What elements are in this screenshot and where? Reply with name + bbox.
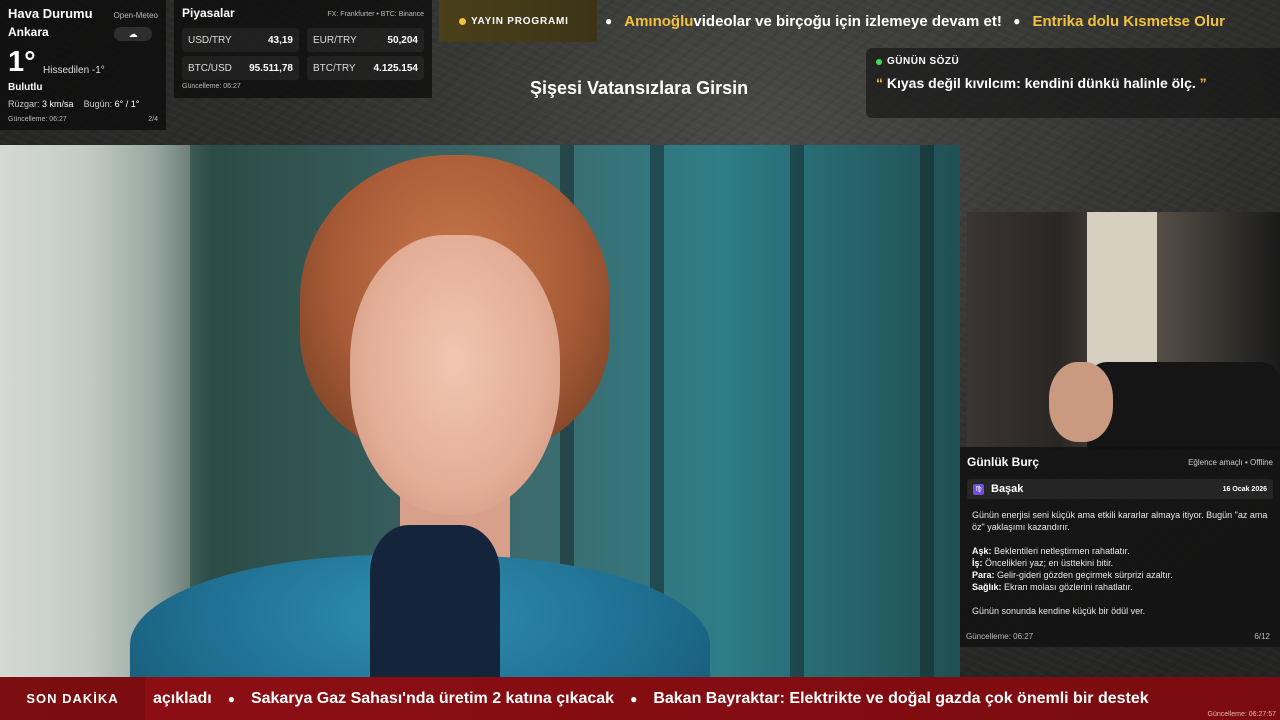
weather-details: Rüzgar: 3 km/sa Bugün: 6° / 1° xyxy=(8,99,139,109)
quote-text-row: “ Kıyas değil kıvılcım: kendini dünkü ha… xyxy=(876,75,1270,91)
horoscope-sign-row: ♍ Başak 16 Ocak 2026 xyxy=(967,479,1273,499)
markets-panel: Piyasalar FX: Frankfurter • BTC: Binance… xyxy=(174,0,432,98)
horoscope-panel: Günlük Burç Eğlence amaçlı • Offline ♍ B… xyxy=(960,447,1280,647)
line-value: Ekran molası gözlerini rahatlatır. xyxy=(1001,582,1133,592)
market-cell: EUR/TRY 50,204 xyxy=(307,28,424,52)
today-label: Bugün: xyxy=(83,99,113,109)
horoscope-outro: Günün sonunda kendine küçük bir ödül ver… xyxy=(972,606,1146,616)
sign-date: 16 Ocak 2026 xyxy=(1222,485,1267,493)
horoscope-intro: Günün enerjisi seni küçük ama etkili kar… xyxy=(972,510,1268,532)
program-ticker: ● Amınoğlu videolar ve birçoğu için izle… xyxy=(597,0,1280,42)
news-item: açıkladı xyxy=(153,689,212,707)
bullet-icon: ● xyxy=(630,691,638,706)
bullet-icon: ● xyxy=(227,691,235,706)
market-value: 95.511,78 xyxy=(249,62,293,74)
main-video[interactable] xyxy=(0,145,960,677)
sign-left: ♍ Başak xyxy=(973,483,1023,495)
line-key: İş: xyxy=(972,558,983,568)
line-value: Öncelikleri yaz; en üsttekini bitir. xyxy=(982,558,1114,568)
markets-source: FX: Frankfurter • BTC: Binance xyxy=(327,11,424,18)
video-person-face xyxy=(350,235,560,515)
weather-updated: Güncelleme: 06:27 xyxy=(8,116,67,123)
webcam-couch xyxy=(1087,362,1280,450)
breaking-news-label: SON DAKİKA xyxy=(0,677,145,720)
program-badge: YAYIN PROGRAMI xyxy=(439,0,597,42)
horoscope-updated: Güncelleme: 06:27 xyxy=(966,632,1034,641)
webcam-person xyxy=(1049,362,1113,442)
quote-header: GÜNÜN SÖZÜ xyxy=(876,56,1270,67)
news-item: Bakan Bayraktar: Elektrikte ve doğal gaz… xyxy=(653,689,1149,707)
quote-open-icon: “ xyxy=(876,75,883,91)
horoscope-line: Para: Gelir-gideri gözden geçirmek sürpr… xyxy=(972,569,1268,581)
market-value: 43,19 xyxy=(267,34,293,46)
quote-close-icon: ” xyxy=(1199,75,1207,91)
bullet-icon: ● xyxy=(605,14,613,28)
horoscope-lines: Aşk: Beklentileri netleştirmen rahatlatı… xyxy=(972,545,1268,593)
video-pillar xyxy=(0,145,190,677)
status-dot-icon xyxy=(876,58,882,65)
ticker-highlight: Entrika dolu Kısmetse Olur xyxy=(1032,12,1225,30)
today-value: 6° / 1° xyxy=(114,99,140,109)
market-label: EUR/TRY xyxy=(313,34,357,46)
sign-name: Başak xyxy=(991,483,1024,495)
weather-panel: Hava Durumu Open-Meteo Ankara ☁ 1° Hisse… xyxy=(0,0,166,130)
breaking-news-bar: SON DAKİKA açıkladı ● Sakarya Gaz Sahası… xyxy=(0,677,1280,720)
bullet-icon: ● xyxy=(1009,14,1021,28)
live-dot-icon xyxy=(459,17,466,25)
horoscope-page: 6/12 xyxy=(1254,632,1270,641)
horoscope-body: Günün enerjisi seni küçük ama etkili kar… xyxy=(967,509,1273,617)
virgo-icon: ♍ xyxy=(973,483,984,495)
cloud-icon: ☁ xyxy=(114,27,152,41)
markets-updated: Güncelleme: 06:27 xyxy=(182,83,241,90)
weather-page: 2/4 xyxy=(148,116,158,123)
market-value: 4.125.154 xyxy=(373,62,419,74)
line-value: Beklentileri netleştirmen rahatlatır. xyxy=(991,546,1130,556)
market-cell: BTC/TRY 4.125.154 xyxy=(307,56,424,80)
horoscope-title: Günlük Burç xyxy=(967,455,1040,469)
quote-text: Kıyas değil kıvılcım: kendini dünkü hali… xyxy=(886,75,1200,91)
news-item: Sakarya Gaz Sahası'nda üretim 2 katına ç… xyxy=(250,689,615,707)
ticker-text: videolar ve birçoğu için izlemeye devam … xyxy=(693,12,1002,30)
weather-condition: Bulutlu xyxy=(8,82,43,93)
market-value: 50,204 xyxy=(387,34,418,46)
video-person-shirt xyxy=(370,525,500,677)
market-label: BTC/USD xyxy=(188,62,232,74)
wind-label: Rüzgar: xyxy=(8,99,40,109)
weather-feels-like: Hissedilen -1° xyxy=(43,65,105,76)
wind-value: 3 km/sa xyxy=(42,99,74,109)
market-cell: USD/TRY 43,19 xyxy=(182,28,299,52)
line-key: Aşk: xyxy=(972,546,992,556)
webcam-feed[interactable] xyxy=(967,212,1280,450)
ticker-highlight: Amınoğlu xyxy=(624,12,694,30)
quote-panel: GÜNÜN SÖZÜ “ Kıyas değil kıvılcım: kendi… xyxy=(866,48,1280,118)
quote-label: GÜNÜN SÖZÜ xyxy=(887,56,960,67)
weather-temperature: 1° xyxy=(8,46,36,78)
weather-source: Open-Meteo xyxy=(113,11,158,20)
news-updated: Güncelleme: 06:27:57 xyxy=(1207,711,1277,718)
markets-grid: USD/TRY 43,19 EUR/TRY 50,204 BTC/USD 95.… xyxy=(182,28,424,80)
market-cell: BTC/USD 95.511,78 xyxy=(182,56,299,80)
program-label: YAYIN PROGRAMI xyxy=(471,15,569,27)
news-ticker: açıkladı ● Sakarya Gaz Sahası'nda üretim… xyxy=(153,677,1280,720)
horoscope-line: İş: Öncelikleri yaz; en üsttekini bitir. xyxy=(972,557,1268,569)
horoscope-line: Sağlık: Ekran molası gözlerini rahatlatı… xyxy=(972,581,1268,593)
line-value: Gelir-gideri gözden geçirmek sürprizi az… xyxy=(994,570,1173,580)
horoscope-meta: Eğlence amaçlı • Offline xyxy=(1188,457,1273,467)
horoscope-line: Aşk: Beklentileri netleştirmen rahatlatı… xyxy=(972,545,1268,557)
horoscope-header: Günlük Burç Eğlence amaçlı • Offline xyxy=(967,455,1273,469)
market-label: USD/TRY xyxy=(188,34,232,46)
line-key: Sağlık: xyxy=(972,582,1002,592)
horoscope-footer: Güncelleme: 06:27 6/12 xyxy=(966,632,1270,641)
line-key: Para: xyxy=(972,570,995,580)
market-label: BTC/TRY xyxy=(313,62,356,74)
video-gate-bar xyxy=(920,145,934,677)
show-title: Şişesi Vatansızlara Girsin xyxy=(530,78,749,98)
video-gate-bar xyxy=(790,145,804,677)
